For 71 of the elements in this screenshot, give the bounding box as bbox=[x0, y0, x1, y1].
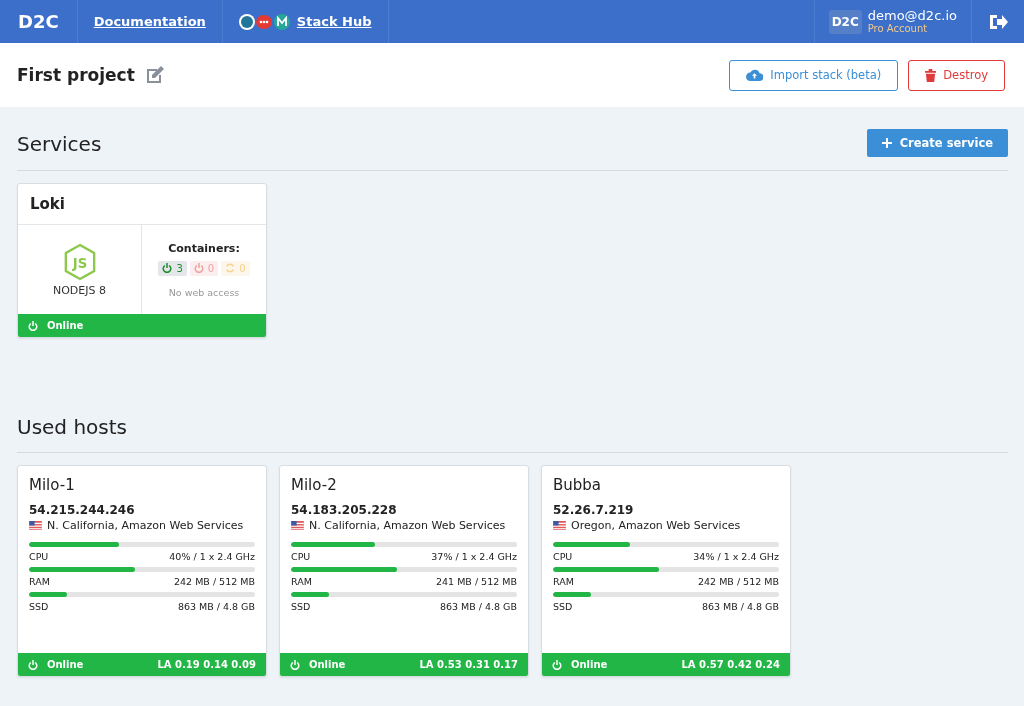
metric-value: 863 MB / 4.8 GB bbox=[177, 601, 255, 612]
metric-label: RAM bbox=[29, 576, 50, 587]
host-name: Milo-2 bbox=[291, 476, 338, 494]
nav-link[interactable]: Documentation bbox=[93, 14, 206, 29]
metric-value: 241 MB / 512 MB bbox=[436, 576, 517, 587]
account-plan: Pro Account bbox=[867, 23, 929, 35]
host-name: Milo-1 bbox=[29, 476, 76, 494]
container-count[interactable]: 3 bbox=[158, 260, 187, 276]
host-ip: 54.215.244.246 bbox=[29, 503, 136, 517]
load-average: LA 0.57 0.42 0.24 bbox=[681, 659, 780, 670]
runtime-label: NODEJS 8 bbox=[53, 283, 106, 297]
power-icon bbox=[290, 659, 300, 670]
metric-label: SSD bbox=[553, 601, 573, 612]
metric-label: CPU bbox=[553, 551, 573, 562]
host-name: Bubba bbox=[553, 476, 603, 494]
section-title: Services bbox=[17, 131, 102, 156]
load-average: LA 0.19 0.14 0.09 bbox=[157, 659, 256, 670]
host-ip: 52.26.7.219 bbox=[553, 503, 635, 517]
metric-value: 40% / 1 x 2.4 GHz bbox=[169, 551, 255, 562]
plus-icon bbox=[881, 137, 892, 148]
us-flag-icon bbox=[29, 521, 42, 530]
host-location: N. California, Amazon Web Services bbox=[47, 519, 244, 532]
metric-label: RAM bbox=[553, 576, 574, 587]
metric-value: 242 MB / 512 MB bbox=[174, 576, 255, 587]
logout-icon[interactable] bbox=[988, 12, 1008, 31]
power-icon bbox=[552, 659, 562, 670]
metric-label: SSD bbox=[291, 601, 311, 612]
metric-label: SSD bbox=[29, 601, 49, 612]
us-flag-icon bbox=[553, 521, 566, 530]
host-card[interactable]: Milo-2 54.183.205.228 N. California, Amazon Web Services CPU 37% / 1 x 2.4 GHz RAM 241 MB / 512 MB SSD 863 MB / 4.8 GB Online LA 0.53 0.31 0.17 bbox=[279, 465, 529, 677]
power-icon bbox=[193, 263, 204, 273]
host-location: Oregon, Amazon Web Services bbox=[571, 519, 741, 532]
power-icon bbox=[162, 263, 173, 273]
metric-value: 863 MB / 4.8 GB bbox=[439, 601, 517, 612]
host-ip: 54.183.205.228 bbox=[291, 503, 398, 517]
web-access-note: No web access bbox=[168, 286, 240, 298]
load-average: LA 0.53 0.31 0.17 bbox=[419, 659, 518, 670]
create-service-button[interactable]: Create service bbox=[866, 128, 1008, 157]
section-title: Used hosts bbox=[17, 415, 127, 439]
status-text: Online bbox=[47, 320, 84, 331]
metric-value: 34% / 1 x 2.4 GHz bbox=[693, 551, 779, 562]
avatar-logo: D2C bbox=[828, 9, 862, 34]
service-name: Loki bbox=[18, 184, 266, 225]
containers-label: Containers: bbox=[168, 241, 240, 255]
trash-icon bbox=[925, 68, 937, 82]
js-glyph: JS bbox=[72, 255, 87, 271]
status-text: Online bbox=[571, 659, 608, 670]
power-icon bbox=[28, 659, 38, 670]
metric-value: 863 MB / 4.8 GB bbox=[701, 601, 779, 612]
status-text: Online bbox=[309, 659, 346, 670]
refresh-icon bbox=[225, 263, 236, 273]
user-email[interactable]: demo@d2c.io bbox=[867, 8, 957, 24]
nav-link[interactable]: Stack Hub bbox=[296, 14, 372, 29]
metric-label: RAM bbox=[291, 576, 312, 587]
status-text: Online bbox=[47, 659, 84, 670]
metric-value: 37% / 1 x 2.4 GHz bbox=[431, 551, 517, 562]
host-location: N. California, Amazon Web Services bbox=[309, 519, 506, 532]
metric-label: CPU bbox=[29, 551, 49, 562]
metric-label: CPU bbox=[291, 551, 311, 562]
host-card[interactable]: Milo-1 54.215.244.246 N. California, Amazon Web Services CPU 40% / 1 x 2.4 GHz RAM 242 MB / 512 MB SSD 863 MB / 4.8 GB Online LA 0.19 0.14 0.09 bbox=[17, 465, 267, 677]
project-button[interactable]: Import stack (beta) bbox=[729, 59, 899, 91]
project-title: First project bbox=[17, 65, 135, 85]
project-button[interactable]: Destroy bbox=[908, 59, 1005, 91]
host-card[interactable]: Bubba 52.26.7.219 Oregon, Amazon Web Services CPU 34% / 1 x 2.4 GHz RAM 242 MB / 512 MB SSD 863 MB / 4.8 GB Online LA 0.57 0.42 0.24 bbox=[541, 465, 791, 677]
power-icon bbox=[28, 320, 38, 331]
stack-logos-icon bbox=[238, 12, 291, 31]
edit-icon[interactable] bbox=[144, 65, 165, 85]
service-card[interactable]: Loki JS NODEJS 8 Containers: 3 0 0 No web access Online bbox=[17, 183, 267, 338]
cloud-upload-icon bbox=[746, 69, 764, 81]
metric-value: 242 MB / 512 MB bbox=[698, 576, 779, 587]
us-flag-icon bbox=[291, 521, 304, 530]
